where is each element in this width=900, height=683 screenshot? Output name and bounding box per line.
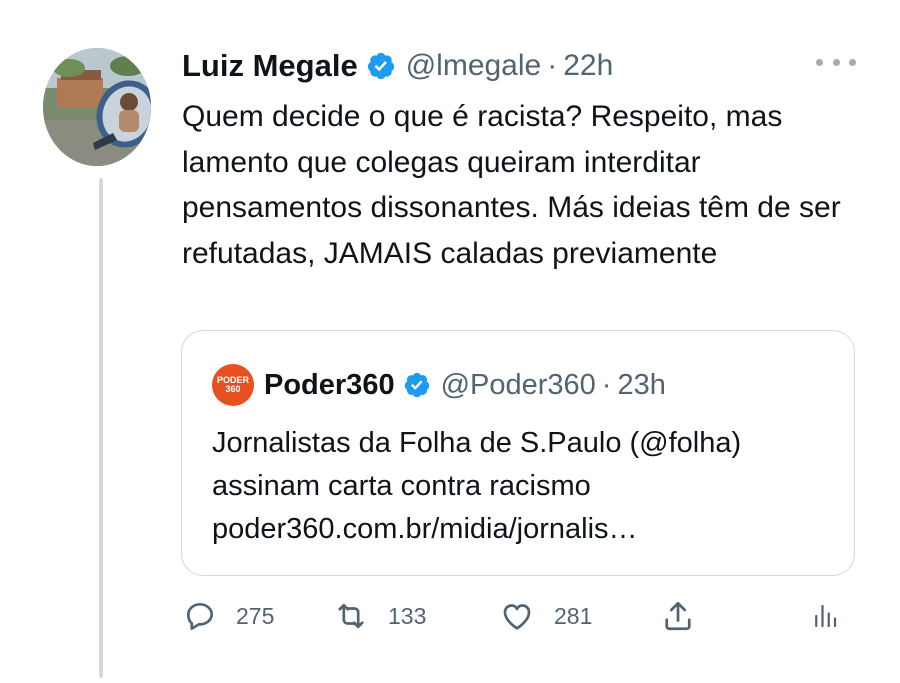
tweet-header: Luiz Megale @lmegale · 22h (182, 44, 613, 88)
tweet: Luiz Megale @lmegale · 22h Quem decide o… (0, 0, 900, 683)
quoted-tweet-time[interactable]: 23h (617, 369, 665, 402)
share-button[interactable] (660, 596, 696, 636)
analytics-icon (815, 604, 837, 628)
heart-icon (503, 604, 531, 630)
quoted-tweet-card[interactable]: PODER 360 Poder360 @Poder360 · 23h Jorna… (181, 330, 855, 576)
retweet-button[interactable]: 133 (332, 596, 426, 636)
reply-button[interactable]: 275 (182, 596, 274, 636)
quoted-author-handle[interactable]: @Poder360 (441, 369, 596, 402)
retweet-count: 133 (388, 602, 427, 629)
separator-dot: · (601, 368, 612, 401)
quoted-tweet-header: PODER 360 Poder360 @Poder360 · 23h (212, 364, 666, 406)
verified-badge-icon (367, 52, 394, 80)
poder360-avatar[interactable]: PODER 360 (212, 364, 254, 406)
like-button[interactable]: 281 (498, 596, 592, 636)
more-options-icon[interactable] (816, 50, 856, 74)
separator-dot: · (547, 49, 558, 82)
verified-badge-icon (404, 372, 429, 398)
author-avatar[interactable] (43, 48, 151, 166)
like-count: 281 (554, 602, 593, 629)
author-handle[interactable]: @lmegale (406, 49, 542, 83)
share-icon (665, 601, 691, 631)
retweet-icon (338, 603, 364, 629)
profile-photo-image (43, 48, 151, 166)
author-name[interactable]: Luiz Megale (182, 48, 358, 84)
more-dot (849, 58, 856, 66)
poder360-avatar-bottom: 360 (225, 384, 241, 394)
tweet-actions-bar: 275 133 281 (182, 596, 842, 636)
more-dot (816, 58, 823, 66)
analytics-button[interactable] (810, 596, 840, 636)
reply-count: 275 (236, 602, 275, 629)
quoted-tweet-text: Jornalistas da Folha de S.Paulo (@folha)… (212, 427, 742, 545)
tweet-text: Quem decide o que é racista? Respeito, m… (182, 100, 841, 270)
more-dot (832, 58, 840, 66)
reply-icon (186, 602, 214, 630)
thread-line (99, 178, 103, 678)
tweet-time[interactable]: 22h (563, 49, 613, 83)
quoted-author-name[interactable]: Poder360 (264, 369, 395, 402)
